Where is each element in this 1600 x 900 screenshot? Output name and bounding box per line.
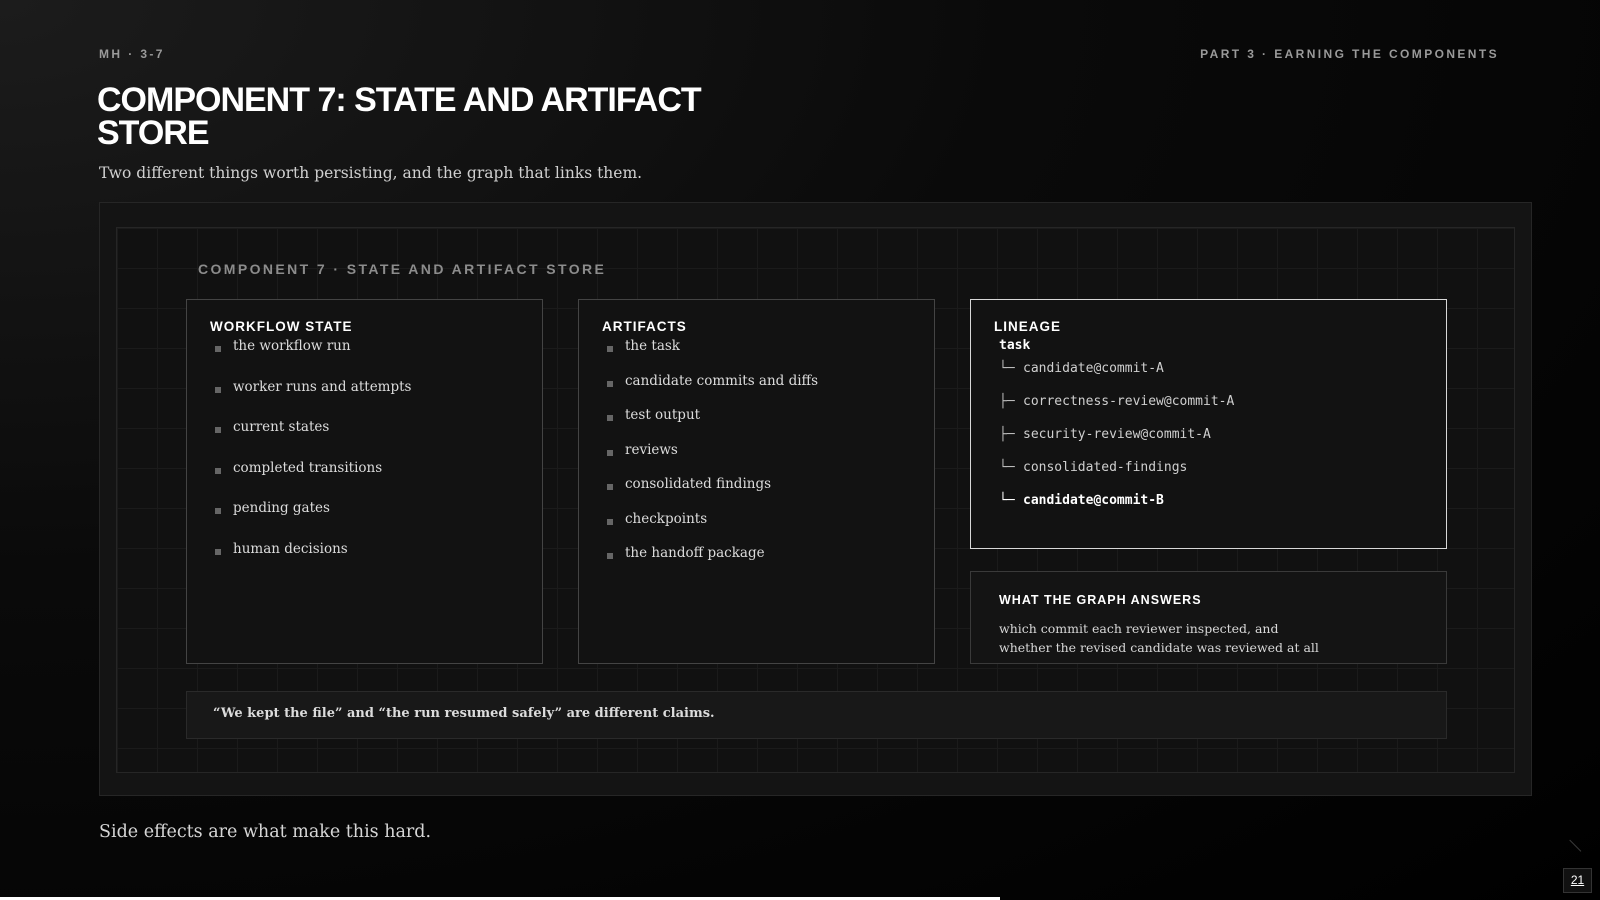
lineage-node-label: candidate@commit-B <box>1023 493 1164 508</box>
lineage-node-label: security-review@commit-A <box>1023 427 1211 442</box>
lineage-box: LINEAGE task └─ candidate@commit-A ├─ co… <box>970 299 1447 549</box>
graph-answers-box: WHAT THE GRAPH ANSWERS which commit each… <box>970 571 1447 664</box>
diagram-frame: COMPONENT 7 · STATE AND ARTIFACT STORE W… <box>99 202 1532 796</box>
list-item: consolidated findings <box>602 476 934 511</box>
footer-note: Side effects are what make this hard. <box>99 822 432 842</box>
lineage-node: ├─ security-review@commit-A <box>999 427 1446 460</box>
tree-branch-glyph: └─ <box>999 460 1015 475</box>
slide-title: COMPONENT 7: STATE AND ARTIFACT STORE <box>97 81 702 152</box>
lineage-tree: task └─ candidate@commit-A ├─ correctnes… <box>999 338 1446 526</box>
list-item: the workflow run <box>210 338 542 379</box>
list-item: pending gates <box>210 500 542 541</box>
lineage-node-label: consolidated-findings <box>1023 460 1188 475</box>
lineage-title: LINEAGE <box>994 319 1062 334</box>
corner-mark-icon <box>1558 839 1582 863</box>
list-item: completed transitions <box>210 460 542 501</box>
tree-branch-glyph: └─ <box>999 493 1015 508</box>
tree-branch-glyph: ├─ <box>999 394 1015 409</box>
artifacts-title: ARTIFACTS <box>602 319 687 334</box>
section-label: PART 3 · EARNING THE COMPONENTS <box>1200 47 1499 61</box>
workflow-state-list: the workflow run worker runs and attempt… <box>210 338 542 581</box>
lineage-node-final: └─ candidate@commit-B <box>999 493 1446 526</box>
list-item: checkpoints <box>602 511 934 546</box>
diagram-panel: COMPONENT 7 · STATE AND ARTIFACT STORE W… <box>116 227 1515 773</box>
slide-subtitle: Two different things worth persisting, a… <box>99 164 643 182</box>
lineage-node: └─ candidate@commit-A <box>999 361 1446 394</box>
list-item: test output <box>602 407 934 442</box>
deck-code: MH · 3-7 <box>99 47 165 61</box>
lineage-node: └─ consolidated-findings <box>999 460 1446 493</box>
lineage-node-label: candidate@commit-A <box>1023 361 1164 376</box>
quote-bar: “We kept the file” and “the run resumed … <box>186 691 1447 739</box>
tree-branch-glyph: └─ <box>999 361 1015 376</box>
lineage-root: task <box>999 338 1031 353</box>
graph-answers-title: WHAT THE GRAPH ANSWERS <box>999 593 1202 607</box>
list-item: the handoff package <box>602 545 934 580</box>
tree-branch-glyph: ├─ <box>999 427 1015 442</box>
artifacts-list: the task candidate commits and diffs tes… <box>602 338 934 580</box>
lineage-node-label: correctness-review@commit-A <box>1023 394 1235 409</box>
list-item: candidate commits and diffs <box>602 373 934 408</box>
graph-answers-text: which commit each reviewer inspected, an… <box>999 621 1319 655</box>
list-item: current states <box>210 419 542 460</box>
workflow-state-title: WORKFLOW STATE <box>210 319 353 334</box>
list-item: human decisions <box>210 541 542 582</box>
page-number[interactable]: 21 <box>1563 868 1592 893</box>
list-item: worker runs and attempts <box>210 379 542 420</box>
list-item: the task <box>602 338 934 373</box>
diagram-heading: COMPONENT 7 · STATE AND ARTIFACT STORE <box>198 261 607 277</box>
artifacts-box: ARTIFACTS the task candidate commits and… <box>578 299 935 664</box>
list-item: reviews <box>602 442 934 477</box>
workflow-state-box: WORKFLOW STATE the workflow run worker r… <box>186 299 543 664</box>
lineage-node: ├─ correctness-review@commit-A <box>999 394 1446 427</box>
